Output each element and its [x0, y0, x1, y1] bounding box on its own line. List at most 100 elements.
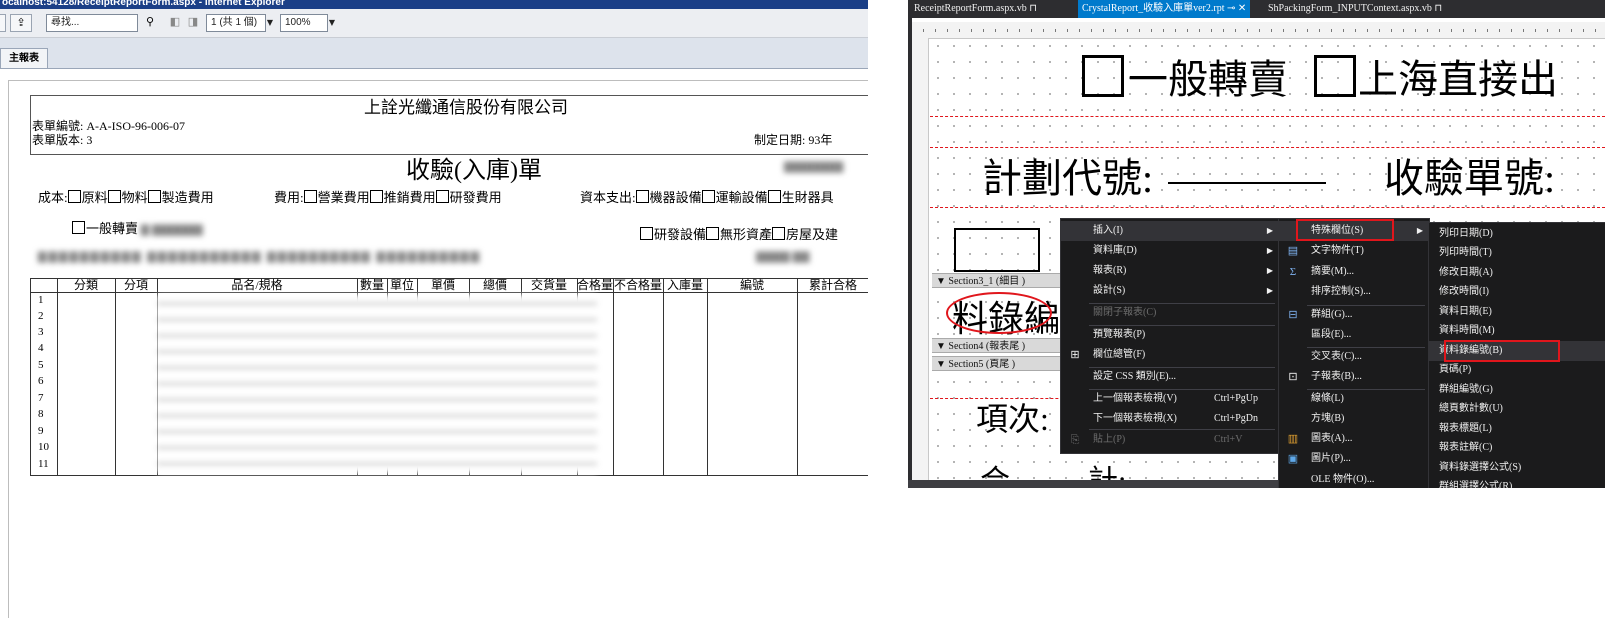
checkbox[interactable] [303, 190, 317, 203]
menu-item-crosstab[interactable]: 交叉表(C)... [1279, 347, 1429, 367]
menu-item-chart[interactable]: ▥ 圖表(A)... [1279, 429, 1429, 449]
checkbox[interactable] [72, 221, 85, 234]
checkbox[interactable] [635, 190, 649, 203]
menu-label: 圖片(P)... [1311, 453, 1351, 464]
design-item-no[interactable]: 項次: [976, 394, 1049, 440]
checkbox[interactable] [640, 227, 653, 240]
insert-submenu: 特殊欄位(S) ▶ ▤ 文字物件(T) Σ 摘要(M)... 排序控制(S)... ⊟… [1278, 218, 1430, 488]
checkbox[interactable] [701, 190, 715, 203]
rd-row: 研發設備 無形資產 房屋及建 [640, 224, 838, 243]
menu-label: 區段(E)... [1311, 329, 1352, 340]
cost-label: 成本: [38, 190, 68, 205]
menu-label: 關閉子報表(C) [1093, 307, 1157, 318]
row-number: 6 [38, 375, 44, 387]
menu-item-report-comments[interactable]: 報表註解(C) [1429, 438, 1605, 458]
close-icon[interactable]: ✕ [1238, 3, 1246, 14]
menu-item-css-class[interactable]: 設定 CSS 類別(E)... [1061, 367, 1279, 387]
menu-item-sort-control[interactable]: 排序控制(S)... [1279, 282, 1429, 302]
prev-page-icon[interactable]: ◧ [168, 14, 182, 32]
tab-receipt-report-vb[interactable]: ReceiptReportForm.aspx.vb ⊓ [910, 0, 1041, 18]
menu-item-group[interactable]: ⊟ 群組(G)... [1279, 305, 1429, 325]
checkbox-shape[interactable] [1082, 55, 1124, 97]
menu-item-section[interactable]: 區段(E)... [1279, 325, 1429, 345]
toolbar-edge-button[interactable] [0, 14, 6, 32]
menu-item-text-object[interactable]: ▤ 文字物件(T) [1279, 241, 1429, 261]
menu-item-modify-time[interactable]: 修改時間(I) [1429, 282, 1605, 302]
checkbox[interactable] [767, 190, 781, 203]
chevron-down-icon[interactable]: ▼ [326, 14, 338, 32]
menu-item-preview[interactable]: 預覽報表(P) [1061, 325, 1279, 345]
expense-row: 費用: 營業費用 推銷費用 研發費用 [274, 187, 502, 206]
checkbox[interactable] [107, 190, 121, 203]
menu-item-print-time[interactable]: 列印時間(T) [1429, 243, 1605, 263]
row-number: 11 [38, 458, 49, 470]
menu-item-box[interactable]: 方塊(B) [1279, 409, 1429, 429]
underline-field[interactable] [1168, 182, 1326, 184]
column-header: 單位 [389, 278, 414, 292]
menu-label: 預覽報表(P) [1093, 329, 1146, 340]
made-date: 制定日期: 93年 [754, 133, 833, 147]
menu-item-page-number[interactable]: 頁碼(P) [1429, 360, 1605, 380]
menu-item-print-date[interactable]: 列印日期(D) [1429, 224, 1605, 244]
chevron-down-icon[interactable]: ▼ [264, 14, 276, 32]
menu-item-report-title[interactable]: 報表標題(L) [1429, 419, 1605, 439]
column-header: 數量 [359, 278, 384, 292]
design-resale-text[interactable]: 一般轉賣 [1128, 47, 1288, 105]
menu-item-next-view[interactable]: 下一個報表檢視(X) Ctrl+PgDn [1061, 409, 1279, 429]
rect-shape[interactable] [954, 228, 1040, 272]
checkbox[interactable] [706, 227, 720, 240]
menu-item-subreport[interactable]: ⊡ 子報表(B)... [1279, 367, 1429, 387]
row-number: 7 [38, 392, 44, 404]
menu-item-total-pages[interactable]: 總頁數計數(U) [1429, 399, 1605, 419]
design-plan-code[interactable]: 計劃代號: [982, 146, 1153, 204]
company-name: 上詮光纖通信股份有限公司 [364, 98, 568, 117]
checkbox[interactable] [147, 190, 161, 203]
menu-label: 排序控制(S)... [1311, 286, 1371, 297]
zoom-select[interactable]: 100% [280, 14, 328, 32]
next-page-icon[interactable]: ◨ [186, 14, 200, 32]
binoculars-icon[interactable]: ⚲ [142, 14, 158, 32]
checkbox-shape[interactable] [1314, 55, 1356, 97]
checkbox[interactable] [435, 190, 449, 203]
menu-item-group-number[interactable]: 群組編號(G) [1429, 380, 1605, 400]
menu-label: 修改日期(A) [1439, 267, 1493, 278]
pin-icon[interactable]: ⊓ [1434, 3, 1442, 14]
tab-shpacking-vb[interactable]: ShPackingForm_INPUTContext.aspx.vb ⊓ [1264, 0, 1446, 18]
menu-item-data-time[interactable]: 資料時間(M) [1429, 321, 1605, 341]
design-receipt-no[interactable]: 收驗單號: [1384, 146, 1555, 204]
page-select[interactable]: 1 (共 1 個) [206, 14, 266, 32]
checkbox[interactable] [67, 190, 81, 203]
tab-main-report[interactable]: 主報表 [0, 48, 48, 68]
blurred-text: ▇ ▇▇▇▇▇▇ [138, 224, 203, 236]
receipt-items-table: 分類 分項 品名/規格 數量 單位 單價 總價 交貨量 合格量 不合格量 入庫量… [30, 278, 868, 476]
export-icon[interactable]: ⇪ [10, 14, 32, 32]
menu-item-data-date[interactable]: 資料日期(E) [1429, 302, 1605, 322]
menu-item-group-selection-formula[interactable]: 群組選擇公式(R) [1429, 477, 1605, 488]
report-title: 收驗(入庫)單 [406, 158, 542, 184]
menu-item-record-selection-formula[interactable]: 資料錄選擇公式(S) [1429, 458, 1605, 478]
blurred-plan-info: ▇▇▇▇▇▇▇▇▇▇ ▇▇▇▇▇▇▇▇▇▇▇ ▇▇▇▇▇▇▇▇▇▇ ▇▇▇▇▇▇… [38, 251, 482, 263]
pin-icon[interactable]: ⊓ [1029, 3, 1037, 14]
menu-item-line[interactable]: 線條(L) [1279, 389, 1429, 409]
menu-item-database[interactable]: 資料庫(D) ▶ [1061, 241, 1279, 261]
menu-item-picture[interactable]: ▣ 圖片(P)... [1279, 449, 1429, 469]
menu-label: 插入(I) [1093, 225, 1123, 236]
row-number: 10 [38, 441, 49, 453]
checkbox[interactable] [369, 190, 383, 203]
horizontal-ruler[interactable] [912, 22, 1605, 39]
menu-item-report[interactable]: 報表(R) ▶ [1061, 261, 1279, 281]
menu-item-design[interactable]: 設計(S) ▶ [1061, 281, 1279, 301]
menu-item-prev-view[interactable]: 上一個報表檢視(V) Ctrl+PgUp [1061, 389, 1279, 409]
menu-item-insert[interactable]: 插入(I) ▶ [1061, 221, 1279, 241]
menu-item-modify-date[interactable]: 修改日期(A) [1429, 263, 1605, 283]
search-input[interactable]: 尋找... [46, 14, 138, 32]
vertical-ruler[interactable] [912, 38, 929, 480]
pin-icon[interactable]: ⊸ [1227, 3, 1235, 14]
design-shanghai-text[interactable]: 上海直接出 [1358, 47, 1558, 105]
highlight-special-field [1296, 219, 1394, 241]
tab-crystal-report[interactable]: CrystalReport_收驗入庫單ver2.rpt ⊸ ✕ [1078, 0, 1251, 18]
menu-item-summary[interactable]: Σ 摘要(M)... [1279, 262, 1429, 282]
menu-item-ole-object[interactable]: OLE 物件(O)... [1279, 470, 1429, 488]
menu-item-field-explorer[interactable]: ⊞ 欄位總管(F) [1061, 345, 1279, 365]
checkbox[interactable] [772, 227, 786, 240]
